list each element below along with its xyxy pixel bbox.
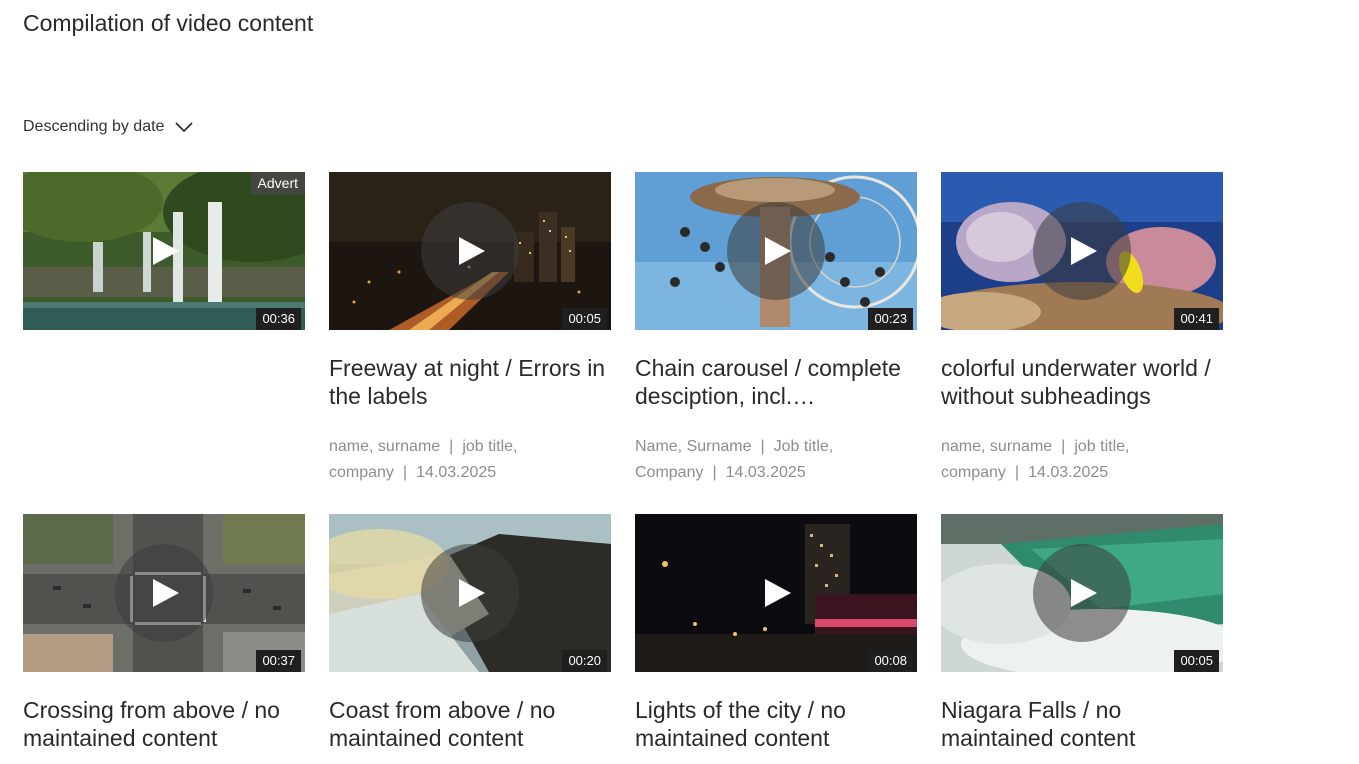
job-title: job title, [462,438,518,455]
video-thumbnail[interactable]: 00:41 [941,172,1223,330]
video-thumbnail[interactable]: Advert 00:36 [23,172,305,330]
meta-separator: | [449,438,454,455]
video-card[interactable]: 00:41 colorful underwater world / withou… [941,172,1223,486]
video-thumbnail[interactable]: 00:23 [635,172,917,330]
video-thumbnail[interactable]: 00:20 [329,514,611,672]
play-icon [1071,237,1097,265]
duration-badge: 00:05 [562,308,607,330]
video-meta: Name, Surname | Job title, Company | 14.03.2… [635,434,917,486]
play-icon [153,579,179,607]
duration-badge: 00:36 [256,308,301,330]
play-icon [153,237,179,265]
page-title: Compilation of video content [23,10,314,36]
chevron-down-icon [175,122,194,133]
sort-dropdown[interactable]: Descending by date [23,118,194,136]
duration-badge: 00:23 [868,308,913,330]
play-icon [1071,579,1097,607]
duration-badge: 00:05 [1174,650,1219,672]
video-title[interactable]: Coast from above / no maintained content [329,696,611,752]
video-meta: name, surname | job title, company | 14.03.2… [941,434,1223,486]
play-button[interactable] [421,544,519,642]
video-title[interactable]: colorful underwater world / without subh… [941,354,1223,410]
duration-badge: 00:41 [1174,308,1219,330]
video-thumbnail[interactable]: 00:37 [23,514,305,672]
play-button[interactable] [1033,544,1131,642]
publish-date: 14.03.2025 [416,464,497,481]
job-title: job title, [1074,438,1130,455]
meta-separator: | [402,464,408,481]
play-button[interactable] [1033,202,1131,300]
play-button[interactable] [115,202,213,300]
duration-badge: 00:08 [868,650,913,672]
play-button[interactable] [115,544,213,642]
play-button[interactable] [727,544,825,642]
publish-date: 14.03.2025 [1028,464,1109,481]
play-icon [459,579,485,607]
author-name: name, surname [329,438,441,455]
play-icon [765,237,791,265]
video-meta: name, surname | job title, company | 14.03.2… [329,434,611,486]
video-card[interactable]: 00:08 Lights of the city / no maintained… [635,514,917,752]
play-icon [765,579,791,607]
video-card[interactable]: 00:05 Niagara Falls / no maintained cont… [941,514,1223,752]
advert-badge: Advert [250,172,305,194]
meta-separator: | [1061,438,1066,455]
video-thumbnail[interactable]: 00:05 [329,172,611,330]
video-card[interactable]: 00:20 Coast from above / no maintained c… [329,514,611,752]
play-button[interactable] [727,202,825,300]
publish-date: 14.03.2025 [725,464,806,481]
video-title[interactable]: Chain carousel / complete desciption, in… [635,354,917,410]
meta-separator: | [712,464,717,481]
company-name: Company [635,464,704,481]
video-card[interactable]: 00:37 Crossing from above / no maintaine… [23,514,305,752]
company-name: company [941,464,1006,481]
duration-badge: 00:37 [256,650,301,672]
job-title: Job title, [773,438,834,455]
duration-badge: 00:20 [562,650,607,672]
video-title[interactable]: Niagara Falls / no maintained content [941,696,1223,752]
video-thumbnail[interactable]: 00:08 [635,514,917,672]
video-card[interactable]: 00:05 Freeway at night / Errors in the l… [329,172,611,486]
video-card[interactable]: Advert 00:36 [23,172,305,330]
meta-separator: | [760,438,765,455]
video-title[interactable]: Freeway at night / Errors in the labels [329,354,611,410]
sort-label: Descending by date [23,118,165,135]
video-title[interactable]: Crossing from above / no maintained cont… [23,696,305,752]
author-name: Name, Surname [635,438,752,455]
play-icon [459,237,485,265]
play-button[interactable] [421,202,519,300]
author-name: name, surname [941,438,1053,455]
video-card[interactable]: 00:23 Chain carousel / complete descipti… [635,172,917,486]
meta-separator: | [1014,464,1020,481]
video-thumbnail[interactable]: 00:05 [941,514,1223,672]
video-title[interactable]: Lights of the city / no maintained conte… [635,696,917,752]
company-name: company [329,464,394,481]
